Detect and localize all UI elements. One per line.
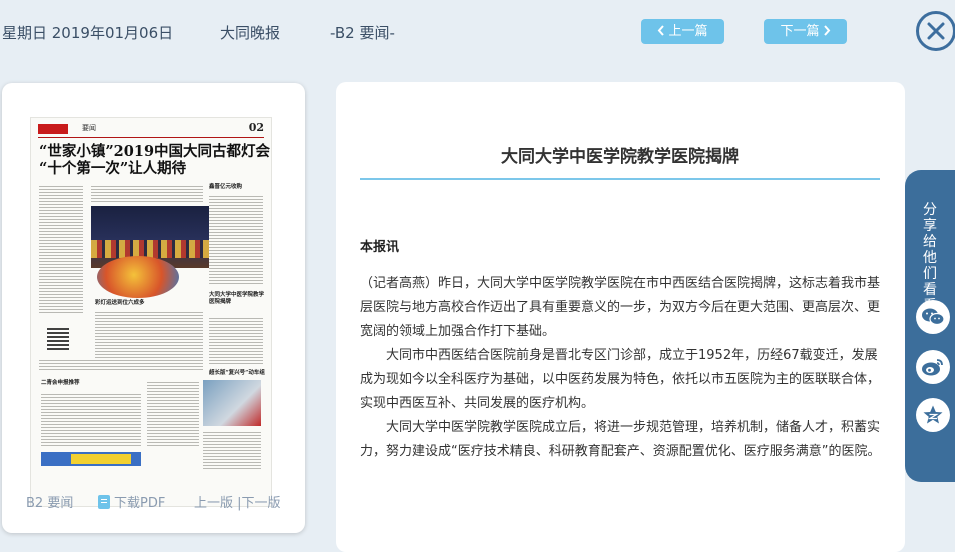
thumbnail-mid-headline: 二青会申报推荐	[41, 380, 80, 386]
close-button[interactable]	[916, 11, 955, 51]
share-wechat-button[interactable]	[916, 300, 950, 334]
title-divider	[360, 178, 880, 180]
newspaper-page-thumbnail[interactable]: 要闻 02 “世家小镇”2019中国大同古都灯会 “十个第一次”让人期待 鑫晋亿…	[30, 117, 272, 507]
thumbnail-text-column	[39, 184, 83, 314]
download-pdf-label: 下载PDF	[114, 496, 166, 511]
page-navigation: 上一版 |下一版	[194, 492, 281, 511]
article-panel: 大同大学中医学院教学医院揭牌 本报讯 （记者高燕）昨日，大同大学中医学院教学医院…	[336, 82, 905, 552]
thumbnail-text-column	[203, 430, 261, 470]
share-label: 分享给他们看看	[923, 202, 937, 314]
top-bar: 星期日 2019年01月06日 大同晚报 -B2 要闻- 上一篇 下一篇	[0, 0, 955, 64]
article-paragraph: （记者高燕）昨日，大同大学中医学院教学医院在市中西医结合医院揭牌，这标志着我市基…	[360, 276, 881, 339]
thumbnail-text-column	[209, 194, 263, 286]
share-weibo-button[interactable]	[916, 350, 950, 384]
next-article-label: 下一篇	[780, 24, 820, 39]
previous-article-label: 上一篇	[668, 24, 708, 39]
article-source: 本报讯	[360, 240, 400, 255]
thumbnail-section-label: B2 要闻	[26, 496, 74, 511]
article-paragraph: 大同市中西医结合医院前身是晋北专区门诊部，成立于1952年，历经67载变迁，发展…	[360, 348, 881, 411]
thumbnail-qr-code	[47, 328, 69, 350]
thumbnail-text-column	[91, 184, 203, 204]
share-qzone-button[interactable]	[916, 398, 950, 432]
thumbnail-side-headline: 超长版“复兴号”动车组	[209, 370, 265, 376]
thumbnail-text-column	[209, 316, 263, 366]
section-label: -B2 要闻-	[330, 24, 395, 42]
close-icon	[927, 22, 945, 40]
thumbnail-headline-line-2: “十个第一次”让人期待	[39, 160, 187, 177]
thumbnail-text-column	[41, 392, 141, 448]
thumbnail-train-photo	[203, 380, 261, 426]
thumbnail-headline: “世家小镇”2019中国大同古都灯会 “十个第一次”让人期待	[39, 143, 270, 177]
thumbnail-page-number: 02	[248, 121, 264, 134]
thumbnail-masthead: 要闻 02	[38, 121, 264, 138]
paper-name: 大同晚报	[220, 24, 281, 42]
thumbnail-text-column	[95, 310, 203, 358]
issue-date: 星期日 2019年01月06日	[2, 24, 174, 42]
previous-page-link[interactable]: 上一版	[194, 496, 233, 511]
article-title: 大同大学中医学院教学医院揭牌	[501, 147, 739, 167]
next-article-button[interactable]: 下一篇	[764, 19, 847, 44]
thumbnail-headline-line-1: “世家小镇”2019中国大同古都灯会	[39, 143, 271, 160]
thumbnail-text-column	[39, 358, 203, 372]
thumbnail-mid-headline: 彩灯运送到位六成多	[95, 300, 145, 306]
share-sidebar: 分享给他们看看	[905, 170, 955, 482]
pdf-icon	[98, 494, 110, 509]
wechat-icon	[922, 308, 945, 326]
thumbnail-lantern-photo-round	[97, 256, 179, 298]
download-pdf-link[interactable]: 下载PDF	[98, 492, 165, 511]
previous-article-button[interactable]: 上一篇	[641, 19, 724, 44]
qzone-icon	[923, 405, 943, 424]
chevron-left-icon	[658, 25, 665, 36]
chevron-right-icon	[823, 25, 830, 36]
weibo-icon	[922, 359, 943, 376]
thumbnail-ad-banner-highlight	[71, 454, 131, 464]
next-page-link[interactable]: 下一版	[242, 496, 281, 511]
thumbnail-side-headline: 大同大学中医学院教学医院揭牌	[209, 292, 265, 305]
thumbnail-text-column	[147, 380, 199, 448]
page-thumbnail-card: 要闻 02 “世家小镇”2019中国大同古都灯会 “十个第一次”让人期待 鑫晋亿…	[2, 83, 305, 533]
thumbnail-section: 要闻	[82, 124, 96, 132]
thumbnail-side-headline: 鑫晋亿元收购	[209, 184, 243, 190]
newspaper-logo	[38, 124, 68, 134]
article-paragraph: 大同大学中医学院教学医院成立后，将进一步规范管理，培养机制，储备人才，积蓄实力，…	[360, 420, 881, 459]
article-body: （记者高燕）昨日，大同大学中医学院教学医院在市中西医结合医院揭牌，这标志着我市基…	[360, 272, 882, 464]
